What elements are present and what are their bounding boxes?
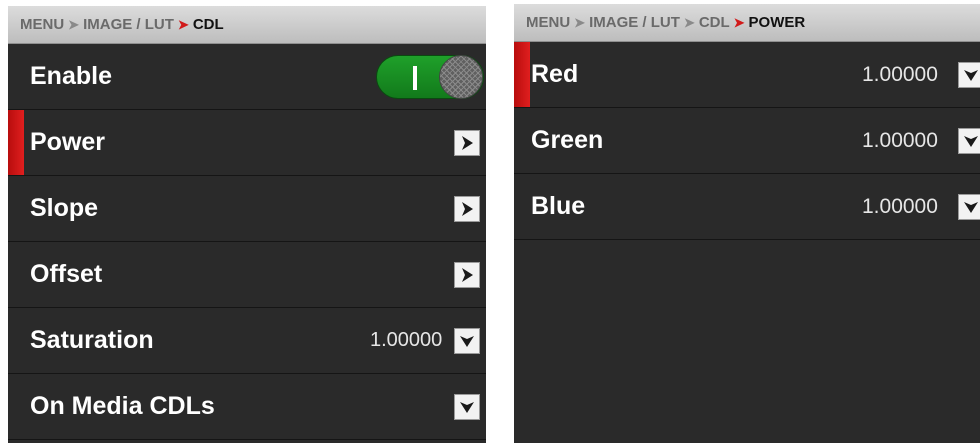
breadcrumb: MENU ➤ IMAGE / LUT ➤ CDL xyxy=(8,6,486,44)
breadcrumb-current: POWER xyxy=(748,14,806,31)
chevron-right-icon xyxy=(462,135,473,150)
red-dropdown-button[interactable] xyxy=(958,61,980,88)
on-media-cdls-row[interactable]: On Media CDLs xyxy=(8,374,486,440)
toggle-on-mark xyxy=(413,65,417,90)
offset-row[interactable]: Offset xyxy=(8,242,486,308)
breadcrumb-menu[interactable]: MENU xyxy=(526,14,570,31)
saturation-value: 1.00000 xyxy=(370,329,443,351)
enable-row[interactable]: Enable xyxy=(8,44,486,110)
red-value: 1.00000 xyxy=(862,62,938,86)
power-menu-panel: MENU ➤ IMAGE / LUT ➤ CDL ➤ POWER Red 1.0… xyxy=(514,4,980,443)
chevron-right-icon xyxy=(462,201,473,216)
blue-row[interactable]: Blue 1.00000 xyxy=(514,174,980,240)
chevron-right-icon xyxy=(462,267,473,282)
breadcrumb-current: CDL xyxy=(192,16,224,33)
breadcrumb-separator-icon: ➤ xyxy=(733,14,745,30)
slope-label: Slope xyxy=(30,194,99,222)
breadcrumb-separator-icon: ➤ xyxy=(683,14,695,30)
green-row[interactable]: Green 1.00000 xyxy=(514,108,980,174)
slope-row[interactable]: Slope xyxy=(8,176,486,242)
offset-label: Offset xyxy=(30,260,103,288)
breadcrumb-image-lut[interactable]: IMAGE / LUT xyxy=(589,14,680,31)
red-label: Red xyxy=(531,60,579,88)
chevron-down-icon xyxy=(964,69,978,81)
selection-indicator xyxy=(8,110,24,175)
breadcrumb-cdl[interactable]: CDL xyxy=(699,14,730,31)
slope-open-button[interactable] xyxy=(454,195,480,222)
blue-value: 1.00000 xyxy=(862,194,938,218)
breadcrumb-separator-icon: ➤ xyxy=(574,14,586,30)
blue-dropdown-button[interactable] xyxy=(958,193,980,220)
chevron-down-icon xyxy=(964,135,978,147)
cdl-menu-panel: MENU ➤ IMAGE / LUT ➤ CDL Enable Power Sl… xyxy=(8,6,486,443)
breadcrumb-separator-icon: ➤ xyxy=(177,16,189,32)
saturation-label: Saturation xyxy=(30,326,154,354)
offset-open-button[interactable] xyxy=(454,261,480,288)
breadcrumb-image-lut[interactable]: IMAGE / LUT xyxy=(83,16,174,33)
on-media-cdls-label: On Media CDLs xyxy=(30,392,215,420)
chevron-down-icon xyxy=(460,335,474,347)
breadcrumb-separator-icon: ➤ xyxy=(68,16,80,32)
breadcrumb: MENU ➤ IMAGE / LUT ➤ CDL ➤ POWER xyxy=(514,4,980,42)
chevron-down-icon xyxy=(964,201,978,213)
saturation-row[interactable]: Saturation 1.00000 xyxy=(8,308,486,374)
breadcrumb-menu[interactable]: MENU xyxy=(20,16,64,33)
power-label: Power xyxy=(30,128,106,156)
selection-indicator xyxy=(514,42,530,107)
on-media-cdls-dropdown-button[interactable] xyxy=(454,393,480,420)
power-row[interactable]: Power xyxy=(8,110,486,176)
red-row[interactable]: Red 1.00000 xyxy=(514,42,980,108)
saturation-dropdown-button[interactable] xyxy=(454,327,480,354)
enable-toggle[interactable] xyxy=(376,54,484,99)
green-value: 1.00000 xyxy=(862,128,938,152)
green-dropdown-button[interactable] xyxy=(958,127,980,154)
blue-label: Blue xyxy=(531,192,586,220)
green-label: Green xyxy=(531,126,604,154)
power-open-button[interactable] xyxy=(454,129,480,156)
chevron-down-icon xyxy=(460,401,474,413)
enable-label: Enable xyxy=(30,62,112,90)
toggle-knob[interactable] xyxy=(439,54,483,99)
